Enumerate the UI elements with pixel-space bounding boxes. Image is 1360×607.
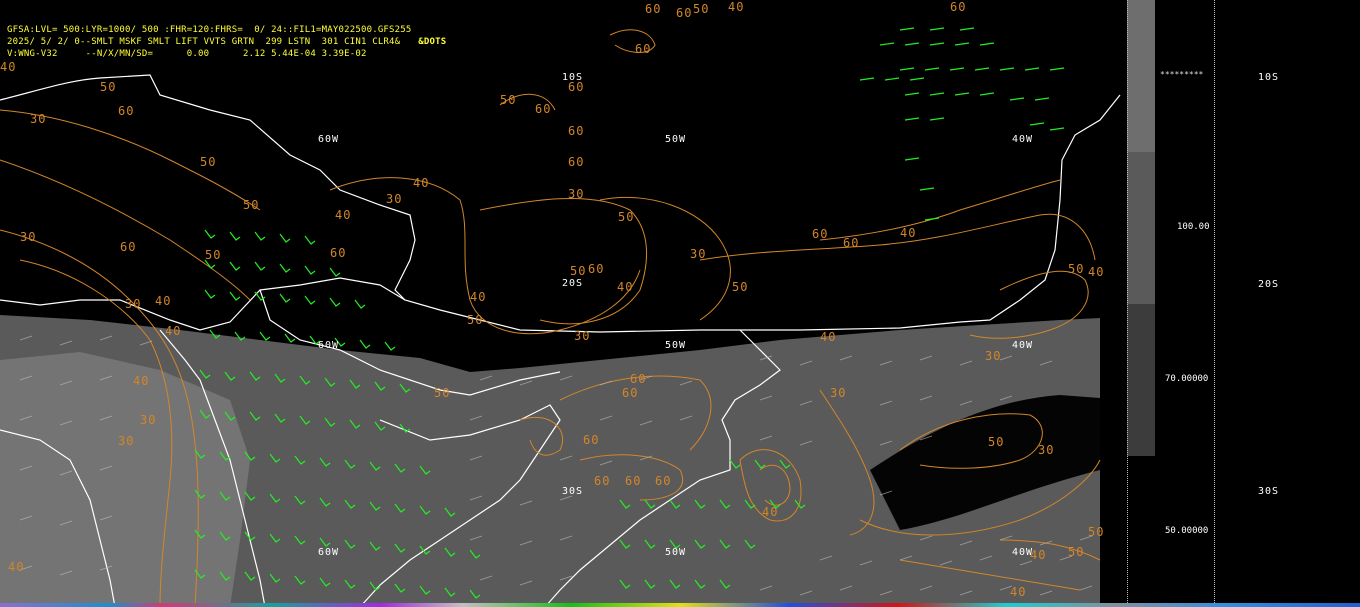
lon-label-50w: 50W	[665, 340, 687, 351]
contour-label: 60	[120, 240, 137, 254]
contour-label: 60	[676, 6, 693, 20]
contour-label: 30	[20, 230, 37, 244]
contour-label: 50	[1068, 545, 1085, 559]
contour-label: 50	[243, 198, 260, 212]
contour-label: 60	[568, 124, 585, 138]
contour-label: 60	[630, 372, 647, 386]
contour-label: 30	[568, 187, 585, 201]
contour-label: 30	[1038, 443, 1055, 457]
right-panel	[1155, 0, 1360, 607]
contour-label: 40	[617, 280, 634, 294]
panel-divider-left	[1127, 0, 1128, 607]
contour-label: 30	[574, 329, 591, 343]
lon-label-40w: 40W	[1012, 134, 1034, 145]
colorbar-segment	[1127, 304, 1155, 456]
colorbar-value-100: 100.00	[1177, 222, 1210, 232]
contour-label: 30	[690, 247, 707, 261]
contour-label: 50	[200, 155, 217, 169]
contour-label: 30	[118, 434, 135, 448]
contour-label: 50	[693, 2, 710, 16]
contour-label: 40	[1030, 548, 1047, 562]
contour-label: 40	[900, 226, 917, 240]
header-dots-tag: &DOTS	[418, 37, 447, 47]
contour-label: 40	[0, 60, 17, 74]
contour-label: 30	[985, 349, 1002, 363]
bottom-color-strip	[0, 603, 1360, 607]
lat-label-30s: 30S	[562, 486, 584, 497]
contour-label: 50	[100, 80, 117, 94]
contour-label: 50	[500, 93, 517, 107]
contour-label: 30	[386, 192, 403, 206]
contour-label: 60	[622, 386, 639, 400]
contour-label: 50	[1088, 525, 1105, 539]
colorbar-segment	[1127, 0, 1155, 152]
colorbar-value-50: 50.00000	[1165, 526, 1209, 536]
contour-label: 40	[1010, 585, 1027, 599]
lon-label-40w: 40W	[1012, 340, 1034, 351]
contour-label: 40	[155, 294, 172, 308]
contour-label: 30	[30, 112, 47, 126]
contour-label: 40	[413, 176, 430, 190]
contour-label: 60	[625, 474, 642, 488]
lon-label-50w: 50W	[665, 134, 687, 145]
contour-label: 50	[570, 264, 587, 278]
contour-label: 60	[645, 2, 662, 16]
contour-label: 60	[843, 236, 860, 250]
contour-label: 40	[1088, 265, 1105, 279]
header-line-2-text: 2025/ 5/ 2/ 0--SMLT MSKF SMLT LIFT VVTS …	[7, 37, 401, 47]
lat-label-20s: 20S	[562, 278, 584, 289]
contour-label: 40	[165, 324, 182, 338]
contour-label: 50	[467, 313, 484, 327]
contour-label: 40	[820, 330, 837, 344]
contour-label: 60	[118, 104, 135, 118]
contour-label: 30	[830, 386, 847, 400]
contour-label: 60	[594, 474, 611, 488]
panel-divider-right	[1214, 0, 1215, 607]
header-line-3: V:WNG-V32 --N/X/MN/SD= 0.00 2.12 5.44E-0…	[7, 49, 367, 59]
contour-label: 60	[330, 246, 347, 260]
contour-label: 60	[655, 474, 672, 488]
contour-label: 30	[125, 297, 142, 311]
contour-label: 60	[812, 227, 829, 241]
lat-label-right-20s: 20S	[1258, 279, 1280, 290]
contour-label: 40	[8, 560, 25, 574]
lon-label-60w: 60W	[318, 340, 340, 351]
contour-label: 50	[732, 280, 749, 294]
contour-label: 50	[205, 248, 222, 262]
header-line-1: GFSA:LVL= 500:LYR=1000/ 500 :FHR=120:FHR…	[7, 25, 412, 35]
contour-label: 60	[950, 0, 967, 14]
contour-label: 50	[988, 435, 1005, 449]
contour-label: 60	[588, 262, 605, 276]
contour-label: 40	[728, 0, 745, 14]
contour-label: 60	[568, 155, 585, 169]
lon-label-60w: 60W	[318, 547, 340, 558]
lat-label-right-10s: 10S	[1258, 72, 1280, 83]
map-canvas[interactable]: GFSA:LVL= 500:LYR=1000/ 500 :FHR=120:FHR…	[0, 0, 1125, 607]
lat-label-right-30s: 30S	[1258, 486, 1280, 497]
contour-label: 60	[635, 42, 652, 56]
contour-label: 50	[618, 210, 635, 224]
contour-label: 40	[762, 505, 779, 519]
colorbar-value-70: 70.00000	[1165, 374, 1209, 384]
contour-label: 40	[335, 208, 352, 222]
contour-label: 50	[434, 386, 451, 400]
colorbar-segment	[1127, 152, 1155, 304]
contour-label: 40	[133, 374, 150, 388]
contour-label: 40	[470, 290, 487, 304]
colorbar	[1127, 0, 1155, 456]
header-line-2: 2025/ 5/ 2/ 0--SMLT MSKF SMLT LIFT VVTS …	[7, 36, 446, 48]
contour-label: 50	[1068, 262, 1085, 276]
lon-label-50w: 50W	[665, 547, 687, 558]
colorbar-stars: *********	[1160, 70, 1204, 79]
lon-label-60w: 60W	[318, 134, 340, 145]
contour-label: 30	[140, 413, 157, 427]
contour-label: 60	[535, 102, 552, 116]
contour-label: 60	[568, 80, 585, 94]
contour-label: 60	[583, 433, 600, 447]
